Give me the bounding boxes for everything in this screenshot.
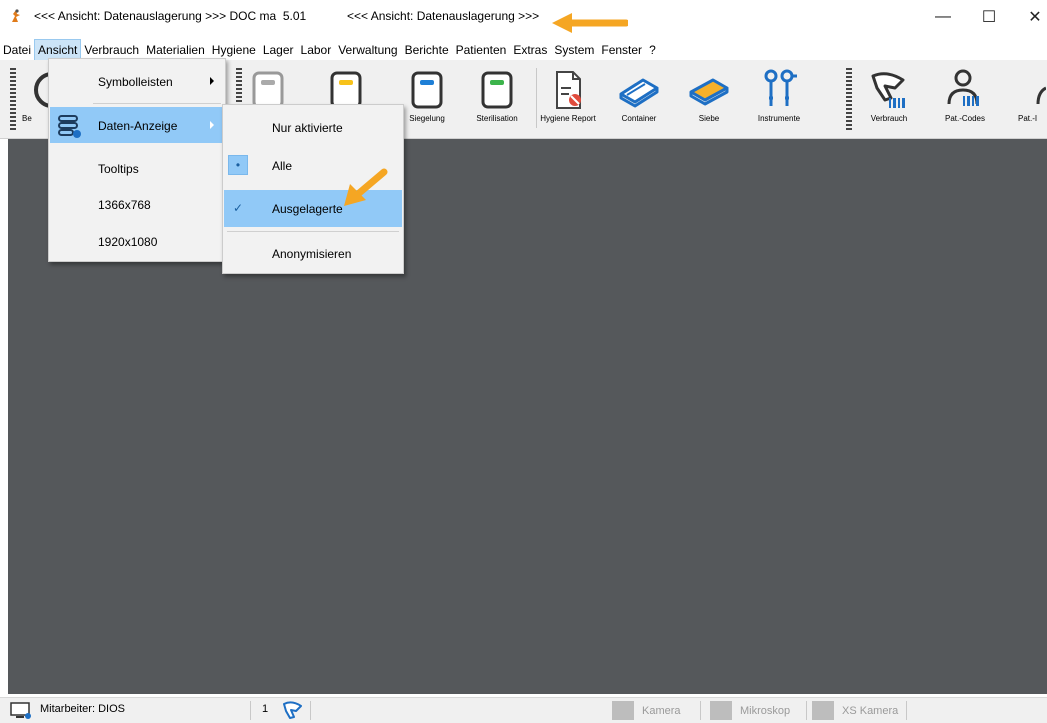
toolbar-label: Instrumente: [757, 114, 801, 123]
checkmark-icon: ✓: [232, 201, 244, 215]
toolbar-label: Siebe: [698, 114, 720, 123]
barcode-scanner-icon: [871, 72, 905, 108]
camera-button[interactable]: Kamera: [612, 701, 681, 720]
menu-item-daten-anzeige[interactable]: Daten-Anzeige: [50, 107, 224, 143]
menu-lager[interactable]: Lager: [260, 40, 297, 60]
menu-item-label: Alle: [272, 159, 293, 173]
minimize-button[interactable]: —: [920, 0, 966, 34]
toolbar-grip[interactable]: [846, 68, 852, 130]
app-icon: [12, 9, 20, 22]
menu-item-label: Ausgelagerte: [272, 202, 343, 216]
status-user: Mitarbeiter: DIOS: [40, 703, 125, 715]
status-count: 1: [262, 703, 269, 715]
status-divider: [700, 701, 701, 720]
menu-patienten[interactable]: Patienten: [453, 40, 510, 60]
annotation-arrow-icon: [344, 168, 388, 206]
menu-item-1920x1080[interactable]: 1920x1080: [50, 223, 224, 259]
toolbar-partial-label: Be: [22, 114, 32, 123]
toolbar-button-sterilisation[interactable]: Sterilisation: [466, 64, 528, 132]
patient-icon: [1036, 86, 1046, 105]
toolbar-button-pat-codes[interactable]: Pat.-Codes: [934, 64, 996, 132]
microscope-indicator: [710, 701, 732, 720]
menu-help[interactable]: ?: [646, 40, 659, 60]
maximize-button[interactable]: ☐: [966, 0, 1012, 34]
menu-item-label: Symbolleisten: [98, 75, 173, 89]
submenu-arrow-icon: [210, 77, 214, 85]
menu-verwaltung[interactable]: Verwaltung: [335, 40, 400, 60]
status-divider: [250, 701, 251, 720]
menu-bar: Datei Ansicht Verbrauch Materialien Hygi…: [0, 39, 1047, 61]
container-icon: [619, 78, 659, 108]
sealing-icon: [411, 71, 443, 109]
toolbar-label: Container: [621, 114, 657, 123]
menu-item-tooltips[interactable]: Tooltips: [50, 150, 224, 186]
toolbar-button-siegelung[interactable]: Siegelung: [396, 64, 458, 132]
database-icon: [58, 115, 81, 138]
status-divider: [310, 701, 311, 720]
menu-separator: [93, 103, 221, 104]
ansicht-menu: Symbolleisten Daten-Anzeige Tooltips 136…: [48, 58, 226, 262]
status-bar: Mitarbeiter: DIOS 1 Kamera Mikroskop XS …: [0, 697, 1047, 723]
toolbar-button-pat-partial[interactable]: Pat.-I: [1000, 64, 1047, 132]
menu-item-nur-aktivierte[interactable]: Nur aktivierte: [224, 109, 402, 146]
close-button[interactable]: ✕: [1012, 0, 1047, 34]
tray-icon: [689, 78, 729, 106]
menu-system[interactable]: System: [551, 40, 597, 60]
toolbar-button-hygiene-report[interactable]: Hygiene Report: [537, 64, 599, 132]
menu-separator: [227, 231, 399, 232]
menu-verbrauch[interactable]: Verbrauch: [81, 40, 142, 60]
submenu-arrow-icon: [210, 121, 214, 129]
status-divider: [906, 701, 907, 720]
toolbar-grip[interactable]: [10, 68, 16, 130]
window-title: <<< Ansicht: Datenauslagerung >>> DOC ma…: [34, 9, 307, 23]
camera-indicator: [612, 701, 634, 720]
camera-label: Kamera: [642, 704, 681, 717]
annotation-arrow-icon: [552, 13, 628, 33]
microscope-label: Mikroskop: [740, 704, 791, 717]
toolbar-label: Verbrauch: [870, 114, 908, 123]
menu-item-symbolleisten[interactable]: Symbolleisten: [50, 63, 224, 99]
menu-item-1366x768[interactable]: 1366x768: [50, 186, 224, 222]
sterilisation-icon: [481, 71, 513, 109]
menu-materialien[interactable]: Materialien: [143, 40, 208, 60]
xs-camera-button[interactable]: XS Kamera: [812, 701, 898, 720]
menu-berichte[interactable]: Berichte: [402, 40, 452, 60]
microscope-button[interactable]: Mikroskop: [710, 701, 790, 720]
menu-labor[interactable]: Labor: [298, 40, 335, 60]
toolbar-label: Hygiene Report: [540, 114, 596, 123]
menu-extras[interactable]: Extras: [510, 40, 550, 60]
window-title-secondary: <<< Ansicht: Datenauslagerung >>>: [347, 9, 540, 23]
menu-item-label: Nur aktivierte: [272, 121, 343, 135]
patient-codes-icon: [947, 69, 979, 106]
monitor-icon: [10, 702, 31, 719]
toolbar-button-container[interactable]: Container: [608, 64, 670, 132]
toolbar-button-instrumente[interactable]: Instrumente: [748, 64, 810, 132]
menu-fenster[interactable]: Fenster: [598, 40, 645, 60]
title-bar: <<< Ansicht: Datenauslagerung >>> DOC ma…: [0, 0, 1047, 34]
toolbar-button-partial[interactable]: Be: [18, 64, 48, 132]
instruments-icon: [764, 69, 797, 106]
menu-item-label: Daten-Anzeige: [98, 119, 178, 133]
status-divider: [806, 701, 807, 720]
menu-item-anonymisieren[interactable]: Anonymisieren: [224, 235, 402, 272]
menu-item-label: Anonymisieren: [272, 247, 352, 261]
toolbar-label: Pat.-I: [1018, 114, 1038, 123]
toolbar-button-siebe[interactable]: Siebe: [678, 64, 740, 132]
menu-item-label: 1920x1080: [98, 235, 158, 249]
xs-camera-indicator: [812, 701, 834, 720]
barcode-scanner-icon: [283, 701, 302, 719]
toolbar-label: Siegelung: [409, 114, 445, 123]
menu-item-label: Tooltips: [98, 162, 139, 176]
menu-datei[interactable]: Datei: [0, 40, 34, 60]
radio-bullet-icon: •: [228, 155, 248, 175]
xs-camera-label: XS Kamera: [842, 704, 899, 717]
menu-item-label: 1366x768: [98, 198, 151, 212]
menu-ansicht[interactable]: Ansicht: [34, 39, 82, 61]
menu-hygiene[interactable]: Hygiene: [209, 40, 259, 60]
toolbar-label: Pat.-Codes: [944, 114, 986, 123]
partial-tool-icon: [34, 72, 48, 108]
toolbar-button-verbrauch[interactable]: Verbrauch: [858, 64, 920, 132]
toolbar-label: Sterilisation: [476, 114, 518, 123]
hygiene-report-icon: [556, 71, 581, 109]
